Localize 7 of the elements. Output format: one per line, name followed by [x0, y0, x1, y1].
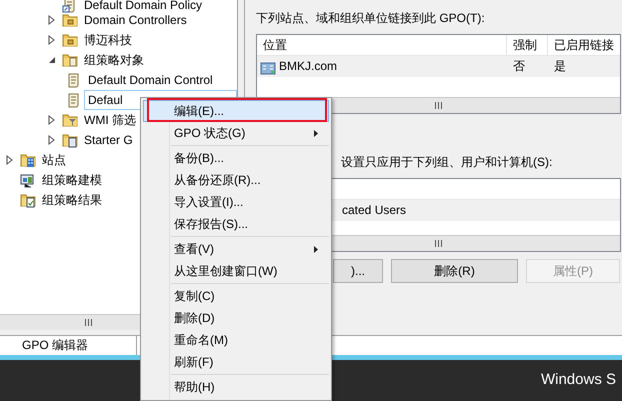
table-cell-text: 否: [513, 58, 525, 75]
table-cell: cated Users: [342, 203, 406, 217]
status-text: GPO 编辑器: [22, 338, 88, 352]
table-cell-text: BMKJ.com: [279, 58, 338, 75]
section-label: 设置只应用于下列组、用户和计算机(S):: [341, 155, 554, 169]
section-label: 下列站点、域和组织单位链接到此 GPO(T):: [256, 11, 486, 25]
table-cell-text: 是: [554, 58, 566, 75]
